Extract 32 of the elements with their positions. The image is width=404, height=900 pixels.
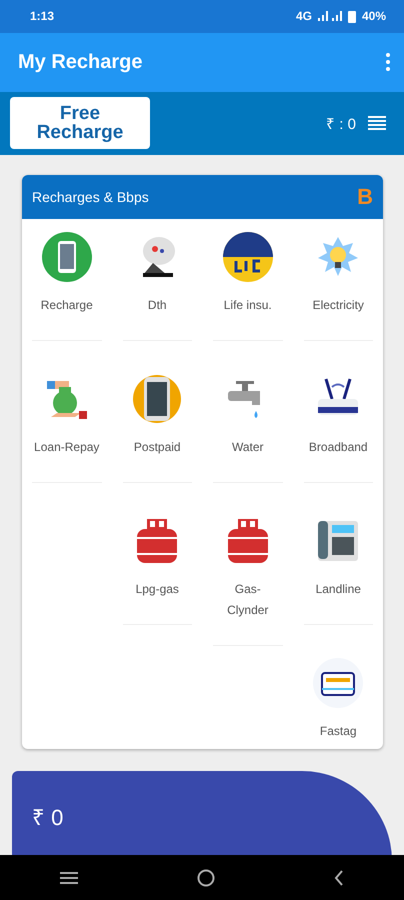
balance: ₹ : 0	[326, 115, 356, 134]
phone-icon	[131, 372, 184, 425]
service-tile[interactable]: Recharge	[32, 218, 102, 341]
service-tile[interactable]: Dth	[122, 218, 192, 341]
service-tile[interactable]: Lpg-gas	[122, 502, 192, 625]
wallet-amount: ₹ 0	[32, 804, 64, 830]
app-title: My Recharge	[18, 50, 142, 74]
network-type: 4G	[296, 9, 312, 24]
service-tile[interactable]: Landline	[304, 502, 373, 625]
battery-level: 40%	[362, 9, 386, 24]
bbps-logo: B	[357, 184, 373, 210]
logo: Free Recharge	[10, 97, 150, 150]
service-tile[interactable]: Life insu.	[213, 218, 282, 341]
menu-icon[interactable]	[368, 116, 386, 130]
service-tile[interactable]: Gas-Clynder	[213, 502, 282, 646]
signal-icon	[318, 11, 342, 22]
clock: 1:13	[30, 9, 54, 24]
service-tile[interactable]: Loan-Repay	[32, 360, 102, 483]
recent-apps-icon[interactable]	[60, 870, 78, 884]
card-title: Recharges & Bbps	[32, 188, 149, 205]
service-tile[interactable]: Fastag	[304, 644, 373, 749]
battery-icon	[348, 10, 356, 23]
emblem-icon	[222, 230, 274, 283]
phone-icon	[40, 230, 93, 283]
home-icon[interactable]	[196, 868, 215, 886]
more-options-icon[interactable]	[386, 53, 390, 72]
tag-card-icon	[312, 656, 364, 709]
service-tile[interactable]: Broadband	[304, 360, 373, 483]
service-tile[interactable]: Electricity	[304, 218, 373, 341]
back-icon[interactable]	[334, 870, 344, 886]
service-tile[interactable]: Water	[213, 360, 282, 483]
service-tile[interactable]: Postpaid	[122, 360, 192, 483]
